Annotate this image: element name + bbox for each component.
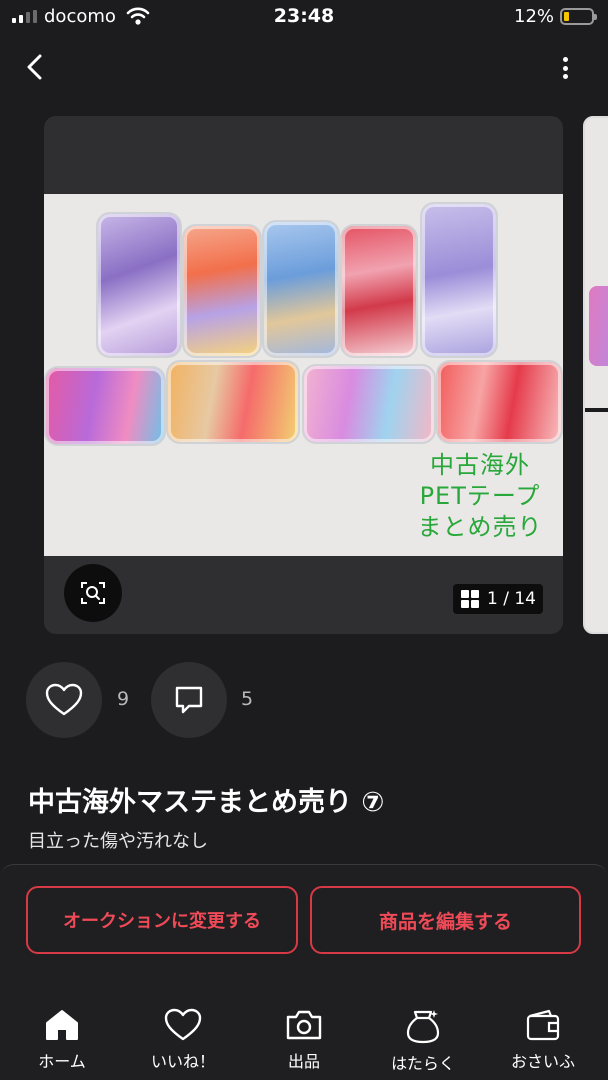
- like-button[interactable]: [26, 662, 102, 738]
- tab-wallet[interactable]: おさいふ: [488, 1000, 598, 1076]
- tab-label: はたらく: [391, 1054, 455, 1073]
- tab-likes[interactable]: いいね！: [128, 1000, 238, 1076]
- battery-icon: [560, 8, 597, 25]
- heart-icon: [164, 1008, 202, 1041]
- wallet-icon: [526, 1009, 560, 1041]
- tab-sell[interactable]: 出品: [249, 1000, 359, 1076]
- image-counter-text: 1 / 14: [487, 589, 536, 609]
- money-bag-icon: [406, 1010, 440, 1044]
- image-carousel[interactable]: 中古海外 PETテープ まとめ売り 1 / 14: [44, 116, 563, 634]
- change-to-auction-button[interactable]: オークションに変更する: [26, 886, 298, 954]
- item-condition: 目立った傷や汚れなし: [28, 831, 208, 852]
- comment-icon: [175, 686, 203, 714]
- next-image-preview[interactable]: [583, 116, 608, 634]
- like-count: 9: [117, 688, 130, 710]
- tab-home[interactable]: ホーム: [7, 1000, 117, 1076]
- tab-bar: ホーム いいね！ 出品 はたらく おさいふ: [0, 1000, 608, 1080]
- edit-item-button[interactable]: 商品を編集する: [310, 886, 581, 954]
- battery-percent: 12%: [514, 6, 555, 27]
- image-counter[interactable]: 1 / 14: [453, 584, 543, 614]
- caption-line: 中古海外: [430, 451, 530, 479]
- camera-icon: [286, 1010, 322, 1040]
- tab-work[interactable]: はたらく: [368, 1000, 478, 1076]
- grid-icon: [461, 590, 479, 608]
- caption-line: PETテープ: [419, 482, 541, 510]
- item-title: 中古海外マステまとめ売り ⑦: [28, 787, 385, 818]
- caption-line: まとめ売り: [417, 513, 543, 541]
- scan-search-icon: [81, 582, 105, 604]
- home-icon: [46, 1010, 78, 1040]
- comment-count: 5: [241, 688, 254, 710]
- tab-label: 出品: [287, 1052, 320, 1071]
- image-search-button[interactable]: [64, 564, 122, 622]
- photo-caption: 中古海外 PETテープ まとめ売り: [400, 450, 560, 543]
- product-photo[interactable]: 中古海外 PETテープ まとめ売り: [44, 194, 563, 556]
- heart-icon: [45, 683, 83, 716]
- comment-button[interactable]: [151, 662, 227, 738]
- tab-label: いいね！: [150, 1052, 215, 1071]
- tab-label: おさいふ: [510, 1052, 575, 1071]
- tab-label: ホーム: [38, 1052, 86, 1071]
- more-options-button[interactable]: [552, 54, 578, 82]
- back-button[interactable]: [18, 50, 52, 84]
- status-bar: docomo 23:48 12%: [0, 0, 608, 34]
